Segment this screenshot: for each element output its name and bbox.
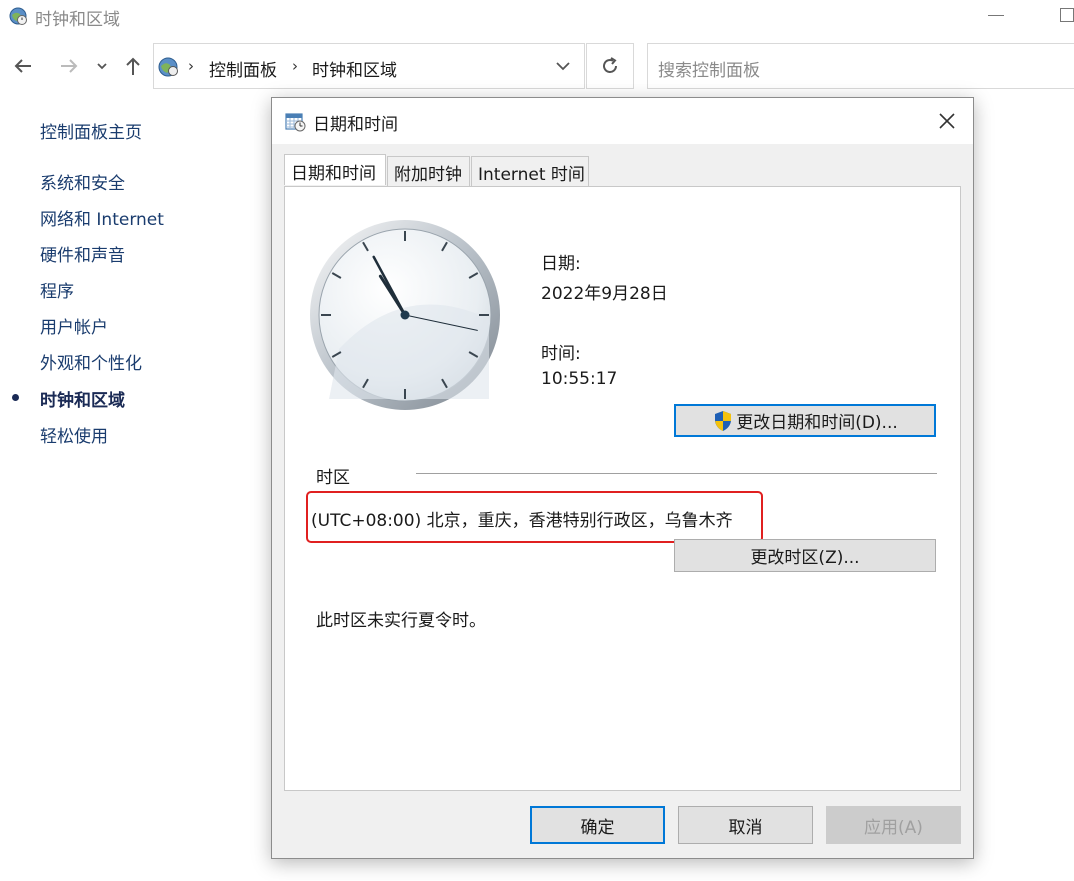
- dialog-title: 日期和时间: [313, 115, 398, 135]
- cancel-label: 取消: [728, 817, 763, 838]
- navigation-bar: › 控制面板 › 时钟和区域 搜索控制面板: [0, 42, 1074, 90]
- clock-region-app-icon: [9, 7, 27, 25]
- ok-button[interactable]: 确定: [530, 806, 665, 844]
- sidebar-item-ease-of-access[interactable]: 轻松使用: [40, 422, 108, 447]
- sidebar-item-network[interactable]: 网络和 Internet: [40, 205, 164, 230]
- sidebar-item-system-security[interactable]: 系统和安全: [40, 169, 125, 194]
- arrow-right-icon: [61, 59, 78, 73]
- sidebar-item-appearance[interactable]: 外观和个性化: [40, 349, 142, 374]
- dialog-titlebar: 日期和时间: [272, 98, 973, 144]
- date-value: 2022年9月28日: [541, 284, 668, 304]
- close-icon[interactable]: [936, 110, 958, 132]
- sidebar-item-user-accounts[interactable]: 用户帐户: [40, 313, 108, 338]
- arrow-up-icon: [126, 57, 140, 75]
- time-value: 10:55:17: [541, 369, 618, 389]
- refresh-button[interactable]: [586, 43, 634, 89]
- ok-label: 确定: [580, 817, 615, 838]
- change-datetime-label: 更改日期和时间(D)...: [736, 413, 898, 433]
- maximize-button[interactable]: [1060, 8, 1074, 22]
- timezone-label: 时区: [316, 468, 350, 488]
- uac-shield-icon: [715, 410, 732, 431]
- search-placeholder: 搜索控制面板: [658, 61, 760, 81]
- apply-label: 应用(A): [864, 817, 923, 838]
- breadcrumb-separator: ›: [292, 57, 298, 75]
- date-label: 日期:: [541, 254, 581, 274]
- breadcrumb-separator: ›: [188, 57, 194, 75]
- forward-button[interactable]: [55, 52, 83, 80]
- minimize-button[interactable]: [988, 15, 1004, 16]
- chevron-down-icon[interactable]: [554, 57, 572, 75]
- date-time-dialog: 日期和时间 日期和时间 附加时钟 Internet 时间 日期: 2022年9月…: [271, 97, 974, 859]
- recent-locations-button[interactable]: [90, 52, 114, 80]
- tab-internet-time[interactable]: Internet 时间: [471, 156, 589, 186]
- chevron-down-icon: [97, 63, 107, 70]
- sidebar-item-hardware-sound[interactable]: 硬件和声音: [40, 241, 125, 266]
- control-panel-icon: [158, 57, 178, 77]
- window-title: 时钟和区域: [35, 10, 120, 30]
- time-label: 时间:: [541, 344, 581, 364]
- active-bullet: [12, 394, 19, 401]
- calendar-clock-icon: [285, 113, 306, 132]
- timezone-value: (UTC+08:00) 北京，重庆，香港特别行政区，乌鲁木齐: [311, 511, 733, 531]
- analog-clock: [310, 220, 500, 410]
- sidebar-item-clock-region[interactable]: 时钟和区域: [40, 386, 125, 411]
- back-button[interactable]: [9, 52, 37, 80]
- arrow-left-icon: [14, 59, 31, 73]
- window-titlebar: 时钟和区域: [0, 0, 1074, 34]
- clock-center-pin: [400, 310, 410, 320]
- apply-button[interactable]: 应用(A): [826, 806, 961, 844]
- sidebar-item-programs[interactable]: 程序: [40, 277, 74, 302]
- tab-date-time[interactable]: 日期和时间: [284, 154, 386, 185]
- breadcrumb-clock-region[interactable]: 时钟和区域: [312, 56, 397, 81]
- date-time-panel: 日期: 2022年9月28日 时间: 10:55:17 更改日期和时间(D)..…: [284, 186, 961, 791]
- timezone-divider: [416, 473, 937, 474]
- cancel-button[interactable]: 取消: [678, 806, 813, 844]
- address-bar[interactable]: › 控制面板 › 时钟和区域: [153, 43, 585, 89]
- change-timezone-button[interactable]: 更改时区(Z)...: [674, 539, 936, 572]
- dst-note: 此时区未实行夏令时。: [316, 611, 486, 631]
- change-timezone-label: 更改时区(Z)...: [750, 548, 860, 568]
- up-button[interactable]: [119, 52, 147, 80]
- tab-additional-clocks[interactable]: 附加时钟: [387, 156, 470, 186]
- breadcrumb-control-panel[interactable]: 控制面板: [209, 56, 277, 81]
- sidebar-item-home[interactable]: 控制面板主页: [40, 118, 142, 143]
- refresh-icon: [603, 57, 617, 73]
- search-input[interactable]: 搜索控制面板: [647, 43, 1074, 89]
- change-datetime-button[interactable]: 更改日期和时间(D)...: [674, 404, 936, 437]
